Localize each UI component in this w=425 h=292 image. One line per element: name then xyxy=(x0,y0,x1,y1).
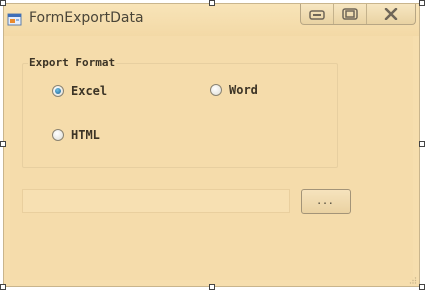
title-bar[interactable]: FormExportData xyxy=(4,4,419,36)
minimize-icon xyxy=(309,10,325,20)
selection-handle-middle-left[interactable] xyxy=(0,141,6,147)
selection-handle-top-right[interactable] xyxy=(419,0,425,6)
export-path-input[interactable] xyxy=(22,189,290,213)
excel-radio-circle[interactable] xyxy=(52,85,64,97)
resize-grip-icon[interactable] xyxy=(409,276,417,284)
form-client-area: Export Format Excel Word HTML ... xyxy=(10,36,413,280)
selection-handle-bottom-right[interactable] xyxy=(419,284,425,290)
minimize-button[interactable] xyxy=(301,4,334,24)
html-radio-circle[interactable] xyxy=(52,129,64,141)
word-radio-circle[interactable] xyxy=(210,84,222,96)
excel-radio-label[interactable]: Excel xyxy=(71,84,107,98)
word-radio-label[interactable]: Word xyxy=(229,83,258,97)
export-format-group xyxy=(22,63,338,168)
selection-handle-top-left[interactable] xyxy=(0,0,6,6)
selection-handle-bottom-center[interactable] xyxy=(209,284,215,290)
html-radio-label[interactable]: HTML xyxy=(71,128,100,142)
close-icon xyxy=(384,8,398,20)
selection-handle-top-center[interactable] xyxy=(209,0,215,6)
excel-radio[interactable]: Excel xyxy=(52,84,107,98)
form-window: FormExportData Export Format Excel Word … xyxy=(3,3,420,287)
browse-button[interactable]: ... xyxy=(301,189,351,214)
word-radio[interactable]: Word xyxy=(210,83,258,97)
maximize-button[interactable] xyxy=(334,4,367,24)
selection-handle-bottom-left[interactable] xyxy=(0,284,6,290)
caption-buttons xyxy=(300,4,416,25)
close-button[interactable] xyxy=(367,4,415,24)
app-form-icon xyxy=(7,13,22,26)
html-radio[interactable]: HTML xyxy=(52,128,100,142)
export-format-label: Export Format xyxy=(28,56,117,69)
maximize-icon xyxy=(342,8,358,20)
window-title: FormExportData xyxy=(29,10,144,26)
selection-handle-middle-right[interactable] xyxy=(419,141,425,147)
